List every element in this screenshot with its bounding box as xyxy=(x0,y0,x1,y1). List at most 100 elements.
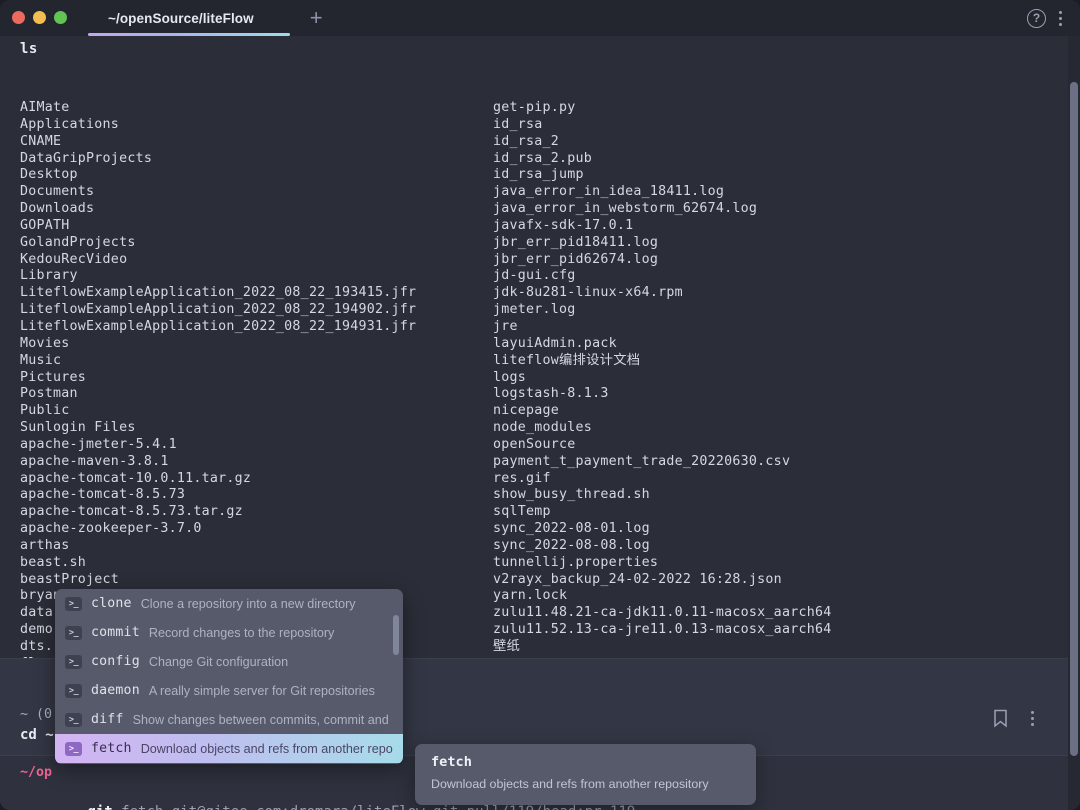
file-entry: AIMate xyxy=(20,100,416,117)
autocomplete-item-description: A really simple server for Git repositor… xyxy=(149,684,393,698)
file-entry: Documents xyxy=(20,184,416,201)
file-entry: zulu11.48.21-ca-jdk11.0.11-macosx_aarch6… xyxy=(493,605,831,622)
file-entry: beast.sh xyxy=(20,555,416,572)
autocomplete-item-name: clone xyxy=(91,596,132,611)
file-entry: arthas xyxy=(20,538,416,555)
terminal-scrollbar-thumb[interactable] xyxy=(1070,82,1078,756)
autocomplete-item-daemon[interactable]: >_daemonA really simple server for Git r… xyxy=(55,676,403,705)
file-entry: jre xyxy=(493,319,831,336)
autocomplete-item-description: Show changes between commits, commit and xyxy=(133,713,393,727)
autocomplete-item-name: fetch xyxy=(91,741,132,756)
file-entry: CNAME xyxy=(20,134,416,151)
file-entry: apache-jmeter-5.4.1 xyxy=(20,437,416,454)
file-entry: Postman xyxy=(20,386,416,403)
file-entry: layuiAdmin.pack xyxy=(493,336,831,353)
file-entry: id_rsa xyxy=(493,117,831,134)
tab-liteflow[interactable]: ~/openSource/liteFlow xyxy=(78,0,284,36)
file-entry: res.gif xyxy=(493,471,831,488)
autocomplete-item-commit[interactable]: >_ commit Record changes to the repository xyxy=(55,618,403,647)
autocomplete-item-name: config xyxy=(91,654,140,669)
file-entry: get-pip.py xyxy=(493,100,831,117)
file-entry: GOPATH xyxy=(20,218,416,235)
file-entry: Downloads xyxy=(20,201,416,218)
file-entry: apache-tomcat-10.0.11.tar.gz xyxy=(20,471,416,488)
command-prompt-icon: >_ xyxy=(65,713,82,727)
autocomplete-detail-tooltip: fetch Download objects and refs from ano… xyxy=(415,744,756,805)
file-list-right-column: get-pip.pyid_rsaid_rsa_2id_rsa_2.pubid_r… xyxy=(493,100,831,656)
terminal-window: ~/openSource/liteFlow + ? ls AIMateAppli… xyxy=(0,0,1080,810)
file-entry: sqlTemp xyxy=(493,504,831,521)
terminal-scrollbar-track[interactable] xyxy=(1068,36,1080,810)
autocomplete-item-description: Download objects and refs from another r… xyxy=(141,742,393,756)
file-entry: apache-maven-3.8.1 xyxy=(20,454,416,471)
maximize-window-button[interactable] xyxy=(54,11,67,24)
autocomplete-item-fetch[interactable]: >_ fetch Download objects and refs from an… xyxy=(55,734,403,763)
help-icon[interactable]: ? xyxy=(1027,9,1046,28)
autocomplete-item-config[interactable]: >_ config Change Git configuration xyxy=(55,647,403,676)
bookmark-icon[interactable] xyxy=(993,709,1008,728)
file-entry: Desktop xyxy=(20,167,416,184)
file-entry: LiteflowExampleApplication_2022_08_22_19… xyxy=(20,285,416,302)
close-window-button[interactable] xyxy=(12,11,25,24)
file-entry: node_modules xyxy=(493,420,831,437)
block-actions xyxy=(993,707,1042,729)
minimize-window-button[interactable] xyxy=(33,11,46,24)
traffic-light-buttons xyxy=(12,11,67,24)
more-options-icon[interactable] xyxy=(1050,7,1070,29)
file-entry: v2rayx_backup_24-02-2022 16:28.json xyxy=(493,572,831,589)
file-entry: sync_2022-08-08.log xyxy=(493,538,831,555)
file-entry: apache-tomcat-8.5.73 xyxy=(20,487,416,504)
file-entry: Sunlogin Files xyxy=(20,420,416,437)
autocomplete-item-diff[interactable]: >_ diff Show changes between commits, comm… xyxy=(55,705,403,734)
file-entry: id_rsa_2.pub xyxy=(493,151,831,168)
file-entry: sync_2022-08-01.log xyxy=(493,521,831,538)
file-entry: java_error_in_idea_18411.log xyxy=(493,184,831,201)
command-prompt-icon: >_ xyxy=(65,626,82,640)
autocomplete-item-description: Clone a repository into a new directory xyxy=(141,597,393,611)
command-keyword: git xyxy=(87,804,112,810)
file-entry: KedouRecVideo xyxy=(20,252,416,269)
file-entry: id_rsa_jump xyxy=(493,167,831,184)
file-entry: Applications xyxy=(20,117,416,134)
file-entry: jmeter.log xyxy=(493,302,831,319)
command-prompt-icon: >_ xyxy=(65,742,82,756)
command-prompt-icon: >_ xyxy=(65,684,82,698)
command-cd: cd ~ xyxy=(20,727,54,743)
terminal-body: ls AIMateApplicationsCNAMEDataGripProjec… xyxy=(0,36,1080,810)
block-more-options-icon[interactable] xyxy=(1022,707,1042,729)
file-list-left-column: AIMateApplicationsCNAMEDataGripProjectsD… xyxy=(20,100,416,673)
file-entry: openSource xyxy=(493,437,831,454)
title-bar-actions: ? xyxy=(1027,0,1070,36)
tab-strip: ~/openSource/liteFlow + xyxy=(78,0,331,36)
autocomplete-item-name: commit xyxy=(91,625,140,640)
file-entry: Movies xyxy=(20,336,416,353)
file-entry: zulu11.52.13-ca-jre11.0.13-macosx_aarch6… xyxy=(493,622,831,639)
file-entry: LiteflowExampleApplication_2022_08_22_19… xyxy=(20,302,416,319)
file-entry: logstash-8.1.3 xyxy=(493,386,831,403)
file-entry: nicepage xyxy=(493,403,831,420)
autocomplete-dropdown[interactable]: >_ clone Clone a repository into a new dir… xyxy=(55,589,403,764)
file-entry: yarn.lock xyxy=(493,588,831,605)
file-entry: jbr_err_pid62674.log xyxy=(493,252,831,269)
file-entry: beastProject xyxy=(20,572,416,589)
autocomplete-item-description: Record changes to the repository xyxy=(149,626,393,640)
file-entry: apache-tomcat-8.5.73.tar.gz xyxy=(20,504,416,521)
autocomplete-item-name: diff xyxy=(91,712,124,727)
file-entry: java_error_in_webstorm_62674.log xyxy=(493,201,831,218)
file-entry: show_busy_thread.sh xyxy=(493,487,831,504)
autocomplete-list: >_ clone Clone a repository into a new dir… xyxy=(55,589,403,763)
file-entry: Music xyxy=(20,353,416,370)
command-prompt-icon: >_ xyxy=(65,655,82,669)
file-entry: tunnellij.properties xyxy=(493,555,831,572)
file-entry: LiteflowExampleApplication_2022_08_22_19… xyxy=(20,319,416,336)
autocomplete-item-description: Change Git configuration xyxy=(149,655,393,669)
output-block-ls: ls AIMateApplicationsCNAMEDataGripProjec… xyxy=(0,36,1068,658)
autocomplete-item-clone[interactable]: >_cloneClone a repository into a new dir… xyxy=(55,589,403,618)
file-entry: jbr_err_pid18411.log xyxy=(493,235,831,252)
tab-label: ~/openSource/liteFlow xyxy=(108,11,254,26)
autocomplete-scrollbar[interactable] xyxy=(393,615,399,655)
file-entry: jd-gui.cfg xyxy=(493,268,831,285)
file-entry: payment_t_payment_trade_20220630.csv xyxy=(493,454,831,471)
new-tab-button[interactable]: + xyxy=(302,7,331,29)
file-entry: Library xyxy=(20,268,416,285)
